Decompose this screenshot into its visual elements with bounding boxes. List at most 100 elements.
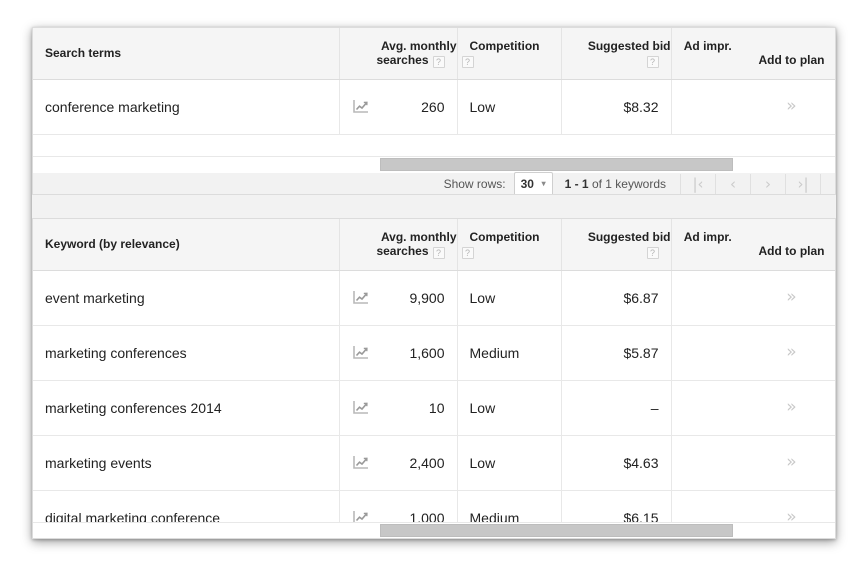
search-terms-footer: Show rows: 30 ▾ 1 - 1 of 1 keywords |‹ ‹… (33, 171, 835, 194)
avg-searches-wrap: 10 (340, 400, 457, 416)
cell-keyword: marketing conferences 2014 (33, 380, 339, 436)
help-icon-competition[interactable]: ? (461, 246, 474, 259)
search-terms-table: Search terms Avg. monthly searches? Comp… (33, 28, 835, 135)
column-header-ad-impr[interactable]: Ad impr. (670, 28, 748, 80)
rows-per-page-value: 30 (520, 176, 534, 191)
table-row[interactable]: marketing conferences 1,600 Medium $5.87 » (33, 325, 835, 381)
column-header-search-terms[interactable]: Search terms (33, 28, 339, 80)
column-header-suggested-bid[interactable]: Suggested bid ? (560, 28, 671, 80)
chart-line-icon[interactable] (352, 400, 370, 416)
add-to-plan-chevron-icon[interactable]: » (748, 98, 835, 115)
column-header-keyword-label: Keyword (by relevance) (45, 237, 180, 252)
competition-value: Medium (469, 344, 520, 361)
rows-per-page-select[interactable]: 30 ▾ (513, 171, 553, 194)
cell-ad-impr (670, 79, 748, 135)
search-terms-card: Search terms Avg. monthly searches? Comp… (32, 27, 836, 195)
column-header-suggested-bid-label: Suggested bid (587, 229, 671, 244)
column-header-avg-monthly-searches[interactable]: Avg. monthly searches? (338, 219, 457, 271)
cell-add-to-plan[interactable]: » (748, 325, 835, 381)
competition-value: Low (469, 289, 496, 306)
suggested-bid-value: $5.87 (623, 344, 659, 361)
pager-prev-button[interactable]: ‹ (715, 173, 750, 194)
chart-line-icon[interactable] (352, 455, 370, 471)
add-to-plan-chevron-icon[interactable]: » (748, 344, 835, 361)
cell-suggested-bid: $8.32 (560, 79, 671, 135)
help-icon-competition[interactable]: ? (461, 55, 474, 68)
column-header-add-to-plan[interactable]: Add to plan (748, 28, 835, 80)
cell-add-to-plan[interactable]: » (748, 380, 835, 436)
cell-keyword: marketing events (33, 435, 339, 491)
pagination-controls: Show rows: 30 ▾ 1 - 1 of 1 keywords |‹ ‹… (444, 171, 835, 194)
keyword-ideas-table: Keyword (by relevance) Avg. monthly sear… (33, 219, 835, 538)
add-to-plan-chevron-icon[interactable]: » (748, 454, 835, 471)
keyword-text: marketing conferences (45, 344, 187, 361)
pager-first-button[interactable]: |‹ (680, 173, 715, 194)
table-row[interactable]: event marketing 9,900 Low $6.87 » (33, 270, 835, 326)
cell-add-to-plan[interactable]: » (748, 270, 835, 326)
column-header-add-to-plan[interactable]: Add to plan (748, 219, 835, 271)
column-header-avg-searches-label: Avg. monthly searches? (369, 229, 457, 259)
avg-searches-line2: searches (376, 243, 429, 258)
column-header-suggested-bid[interactable]: Suggested bid ? (560, 219, 671, 271)
chart-line-icon[interactable] (352, 99, 370, 115)
keyword-ideas-table-body: event marketing 9,900 Low $6.87» marketing c… (33, 270, 835, 538)
pager-next-button[interactable]: › (750, 173, 785, 194)
cell-suggested-bid: $4.63 (560, 435, 671, 491)
suggested-bid-value: $6.87 (623, 289, 659, 306)
cell-ad-impr (670, 435, 748, 491)
column-header-keyword[interactable]: Keyword (by relevance) (33, 219, 339, 271)
cell-suggested-bid: $6.87 (560, 270, 671, 326)
cell-avg-monthly-searches: 10 (338, 380, 457, 436)
cell-suggested-bid: $5.87 (560, 325, 671, 381)
column-header-add-to-plan-label: Add to plan (758, 52, 825, 67)
table-row[interactable]: marketing events 2,400 Low $4.63 » (33, 435, 835, 491)
keyword-text: marketing conferences 2014 (45, 399, 222, 416)
column-header-competition[interactable]: Competition? (456, 219, 561, 271)
cell-ad-impr (670, 380, 748, 436)
cell-add-to-plan[interactable]: » (748, 435, 835, 491)
avg-searches-line2: searches (376, 52, 429, 67)
column-header-ad-impr-label: Ad impr. (683, 39, 732, 54)
cell-competition: Medium (456, 325, 561, 381)
search-term-text: conference marketing (45, 98, 180, 115)
chart-line-icon[interactable] (352, 290, 370, 306)
pager-last-button[interactable]: ›| (785, 173, 821, 194)
avg-searches-wrap: 1,600 (340, 345, 457, 361)
horizontal-scrollbar-keywords[interactable] (33, 522, 835, 538)
search-terms-table-header: Search terms Avg. monthly searches? Comp… (33, 28, 835, 80)
result-range-numbers: 1 - 1 (564, 176, 589, 191)
column-header-competition[interactable]: Competition? (456, 28, 561, 80)
horizontal-scrollbar-search-terms[interactable] (33, 156, 835, 173)
avg-searches-value: 9,900 (409, 289, 445, 306)
add-to-plan-chevron-icon[interactable]: » (748, 399, 835, 416)
add-to-plan-chevron-icon[interactable]: » (748, 289, 835, 306)
cell-competition: Low (456, 270, 561, 326)
avg-searches-line1: Avg. monthly (380, 229, 457, 244)
scrollbar-thumb[interactable] (380, 158, 733, 171)
cell-add-to-plan[interactable]: » (748, 79, 835, 135)
help-icon-avg-searches[interactable]: ? (432, 55, 445, 68)
search-terms-table-body: conference marketing 260 Low $8.32 » (33, 79, 835, 135)
avg-searches-value: 10 (428, 399, 445, 416)
keyword-text: marketing events (45, 454, 152, 471)
table-row[interactable]: marketing conferences 2014 10 Low – » (33, 380, 835, 436)
column-header-ad-impr[interactable]: Ad impr. (670, 219, 748, 271)
help-icon-suggested-bid[interactable]: ? (646, 55, 659, 68)
pager: |‹ ‹ › ›| (680, 173, 821, 194)
help-icon-suggested-bid[interactable]: ? (646, 246, 659, 259)
competition-value: Low (469, 98, 496, 115)
column-header-suggested-bid-wrap: Suggested bid ? (576, 39, 671, 68)
cell-competition: Low (456, 79, 561, 135)
scrollbar-thumb[interactable] (380, 524, 733, 537)
result-range-suffix: of 1 keywords (591, 176, 666, 191)
help-icon-avg-searches[interactable]: ? (432, 246, 445, 259)
cell-keyword: event marketing (33, 270, 339, 326)
avg-searches-value: 2,400 (409, 454, 445, 471)
chart-line-icon[interactable] (352, 345, 370, 361)
column-header-avg-monthly-searches[interactable]: Avg. monthly searches? (338, 28, 457, 80)
avg-searches-wrap: 260 (340, 99, 457, 115)
column-header-competition-wrap: Competition? (458, 230, 540, 259)
cell-competition: Low (456, 380, 561, 436)
table-row[interactable]: conference marketing 260 Low $8.32 » (33, 79, 835, 135)
keyword-ideas-card: Keyword (by relevance) Avg. monthly sear… (32, 218, 836, 539)
